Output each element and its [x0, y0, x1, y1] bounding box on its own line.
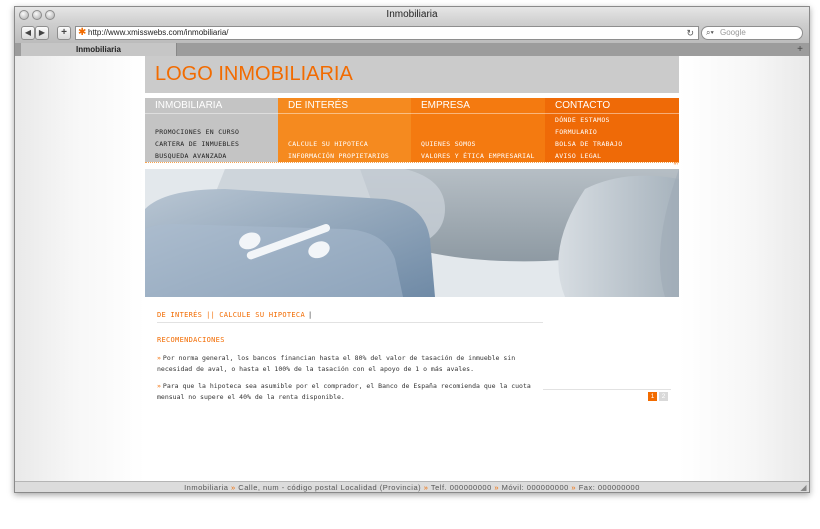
minimize-window-button[interactable] — [32, 10, 42, 20]
menu-item-inmobiliaria[interactable]: INMOBILIARIA — [145, 98, 278, 114]
plus-icon: + — [61, 27, 67, 38]
section-title: RECOMENDACIONES — [157, 336, 225, 344]
submenu-item[interactable]: QUIENES SOMOS — [421, 138, 535, 150]
back-icon: ◀ — [24, 28, 32, 37]
hero-image — [145, 169, 679, 297]
arrow-icon: » — [157, 382, 161, 390]
submenu-item[interactable]: VALORES Y ÉTICA EMPRESARIAL — [421, 150, 535, 162]
web-content: LOGO INMOBILIARIA INMOBILIARIA PROMOCION… — [15, 56, 809, 481]
footer-name: Inmobiliaria — [184, 483, 229, 492]
window-title: Inmobiliaria — [386, 9, 438, 20]
zoom-window-button[interactable] — [45, 10, 55, 20]
site-logo[interactable]: LOGO INMOBILIARIA — [145, 56, 679, 93]
reload-icon[interactable]: ↻ — [686, 27, 694, 39]
arrow-icon: » — [494, 483, 502, 492]
page-link-2[interactable]: 2 — [659, 392, 668, 401]
paragraph-text: Por norma general, los bancos financian … — [157, 354, 516, 373]
recommendation-paragraph: » Por norma general, los bancos financian… — [157, 353, 543, 375]
pager-divider — [543, 389, 671, 390]
search-input[interactable]: ⌕▾ Google — [701, 26, 803, 40]
submenu-item[interactable]: BUSQUEDA AVANZADA — [155, 150, 239, 162]
footer-fax: Fax: 000000000 — [578, 483, 640, 492]
site-page: LOGO INMOBILIARIA INMOBILIARIA PROMOCION… — [145, 56, 679, 481]
site-footer: Inmobiliaria » Calle, num - código posta… — [15, 481, 809, 492]
divider-mark-icon: ||| — [673, 159, 678, 165]
footer-movil: Móvil: 000000000 — [501, 483, 569, 492]
site-favicon-icon: ✱ — [78, 27, 87, 38]
calculator-keys-illustration — [145, 169, 679, 297]
menu-column-inmobiliaria: INMOBILIARIA PROMOCIONES EN CURSO CARTER… — [145, 98, 278, 162]
menu-column-empresa: EMPRESA QUIENES SOMOS VALORES Y ÉTICA EM… — [411, 98, 545, 162]
menu-item-de-interes[interactable]: DE INTERÉS — [278, 98, 411, 114]
arrow-icon: » — [571, 483, 579, 492]
breadcrumb-end-mark: | — [307, 311, 313, 319]
breadcrumb: DE INTERÉS || CALCULE SU HIPOTECA | — [157, 311, 543, 323]
breadcrumb-link-calcule-su-hipoteca[interactable]: CALCULE SU HIPOTECA — [219, 311, 305, 319]
breadcrumb-link-de-interes[interactable]: DE INTERÉS — [157, 311, 202, 319]
search-icon: ⌕▾ — [706, 28, 714, 37]
forward-button[interactable]: ▶ — [35, 26, 49, 40]
arrow-icon: » — [157, 354, 161, 362]
submenu-item[interactable]: DÓNDE ESTAMOS — [555, 114, 622, 126]
forward-icon: ▶ — [38, 28, 46, 37]
submenu-item[interactable]: FORMULARIO — [555, 126, 622, 138]
tab-inmobiliaria[interactable]: Inmobiliaria — [21, 43, 177, 56]
address-bar[interactable]: ✱ http://www.xmisswebs.com/inmobiliaria/… — [75, 26, 699, 40]
submenu-item[interactable]: BOLSA DE TRABAJO — [555, 138, 622, 150]
breadcrumb-separator: || — [206, 311, 216, 319]
dotted-divider: ||| — [145, 159, 679, 168]
browser-toolbar: ◀ ▶ + ✱ http://www.xmisswebs.com/inmobil… — [15, 23, 809, 43]
paragraph-text: Para que la hipoteca sea asumible por el… — [157, 382, 531, 401]
page-link-1[interactable]: 1 — [648, 392, 657, 401]
back-button[interactable]: ◀ — [21, 26, 35, 40]
menu-item-empresa[interactable]: EMPRESA — [411, 98, 545, 114]
add-bookmark-button[interactable]: + — [57, 26, 71, 40]
search-placeholder: Google — [720, 28, 746, 37]
url-text: http://www.xmisswebs.com/inmobiliaria/ — [88, 28, 229, 37]
resize-grip-icon[interactable]: ◢ — [800, 482, 807, 492]
recommendation-paragraph: » Para que la hipoteca sea asumible por e… — [157, 381, 543, 403]
submenu-item[interactable]: INFORMACIÓN PROPIETARIOS — [288, 150, 389, 162]
footer-address: Calle, num - código postal Localidad (Pr… — [238, 483, 422, 492]
title-bar: Inmobiliaria — [15, 7, 809, 23]
footer-tel: Telf. 000000000 — [430, 483, 492, 492]
submenu-item[interactable]: CALCULE SU HIPOTECA — [288, 138, 389, 150]
submenu-item[interactable]: PROMOCIONES EN CURSO — [155, 126, 239, 138]
tab-bar: Inmobiliaria + — [15, 43, 809, 56]
submenu-item[interactable]: AVISO LEGAL — [555, 150, 622, 162]
browser-window: Inmobiliaria ◀ ▶ + ✱ http://www.xmissweb… — [14, 6, 810, 493]
new-tab-icon[interactable]: + — [797, 43, 803, 56]
arrow-icon: » — [423, 483, 431, 492]
menu-column-de-interes: DE INTERÉS CALCULE SU HIPOTECA INFORMACI… — [278, 98, 411, 162]
menu-item-contacto[interactable]: CONTACTO — [545, 98, 679, 114]
main-menu: INMOBILIARIA PROMOCIONES EN CURSO CARTER… — [145, 98, 679, 162]
close-window-button[interactable] — [19, 10, 29, 20]
submenu-item[interactable]: CARTERA DE INMUEBLES — [155, 138, 239, 150]
menu-column-contacto: CONTACTO DÓNDE ESTAMOS FORMULARIO BOLSA … — [545, 98, 679, 162]
